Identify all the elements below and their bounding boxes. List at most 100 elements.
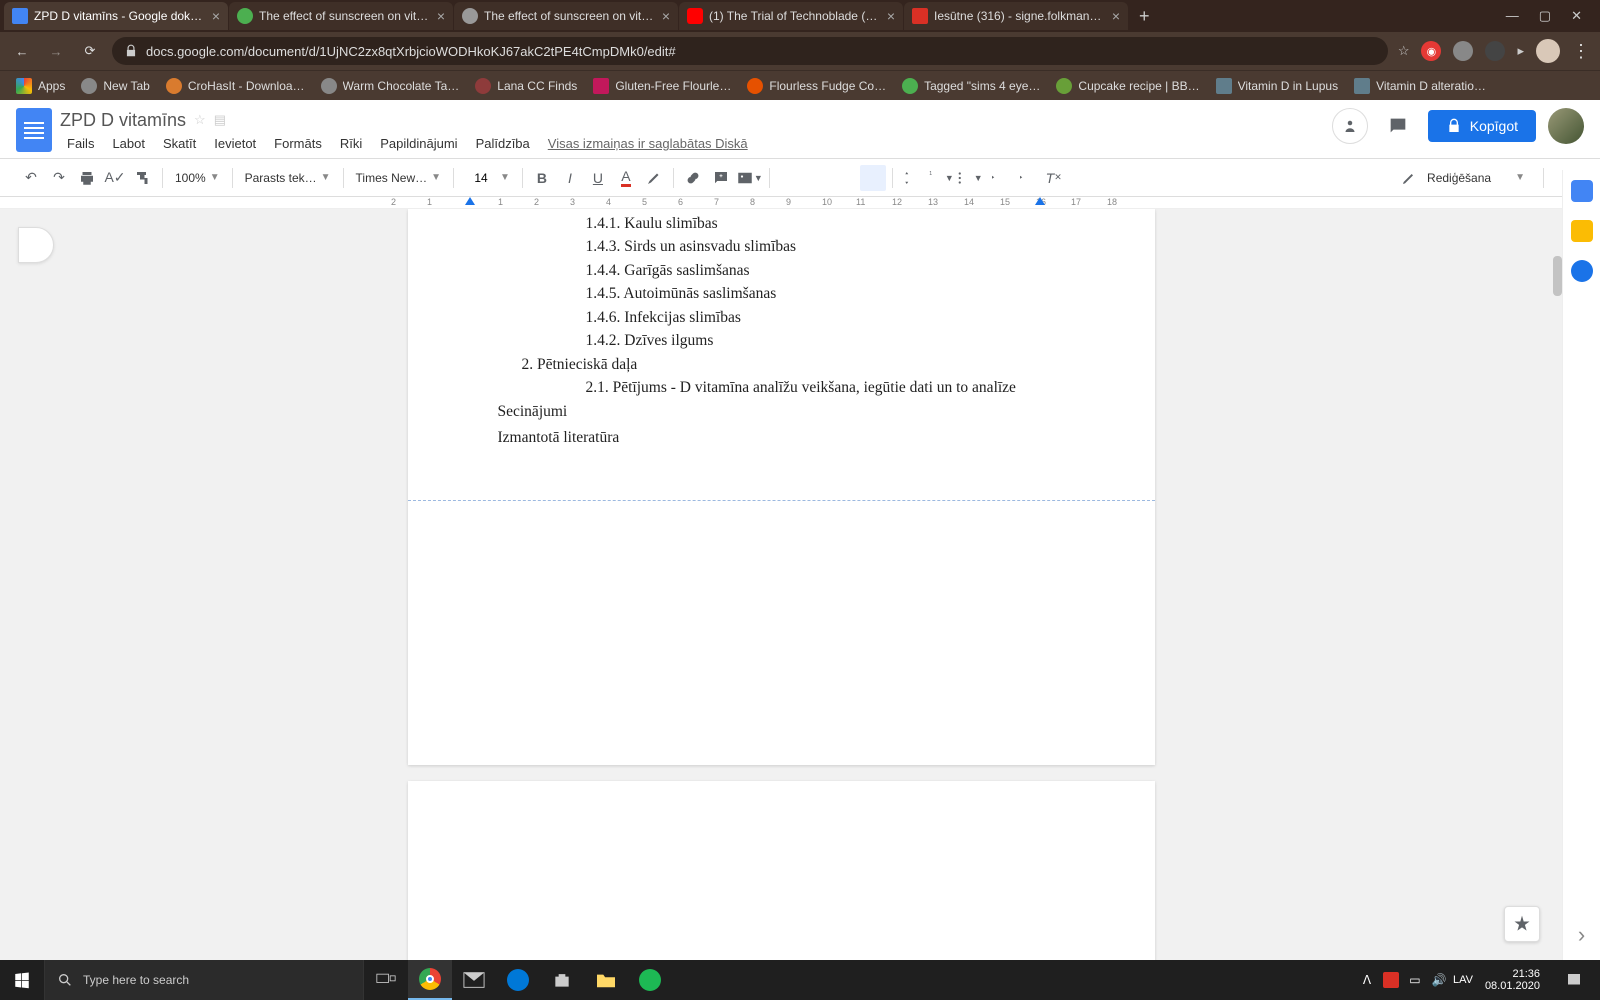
tray-app-icon[interactable] [1383, 972, 1399, 988]
minimize-button[interactable]: — [1506, 8, 1519, 24]
ext-icon-2[interactable] [1453, 41, 1473, 61]
share-button[interactable]: Kopīgot [1428, 110, 1536, 142]
outline-toggle-button[interactable] [18, 227, 54, 263]
menu-addons[interactable]: Papildinājumi [373, 134, 464, 153]
taskbar-spotify[interactable] [628, 960, 672, 1000]
calendar-icon[interactable] [1571, 180, 1593, 202]
keep-icon[interactable] [1571, 220, 1593, 242]
doc-line[interactable]: Secinājumi [498, 401, 1065, 423]
page-2[interactable] [408, 781, 1155, 960]
tray-battery-icon[interactable]: ▭ [1407, 972, 1423, 988]
taskbar-store[interactable] [540, 960, 584, 1000]
taskbar-explorer[interactable] [584, 960, 628, 1000]
bookmark-item[interactable]: Lana CC Finds [469, 74, 583, 98]
docs-logo[interactable] [16, 108, 52, 152]
font-size-select[interactable]: ▼ [460, 165, 516, 191]
mode-select[interactable]: Rediģēšana▼ [1395, 165, 1531, 191]
close-window-button[interactable]: ✕ [1571, 8, 1582, 24]
bookmark-item[interactable]: CroHasIt - Downloa… [160, 74, 311, 98]
indent-decrease-button[interactable] [985, 165, 1011, 191]
ruler[interactable]: 2 1 1 2 3 4 5 6 7 8 9 10 11 12 13 14 15 … [0, 197, 1600, 209]
star-icon[interactable]: ☆ [1398, 43, 1410, 59]
indent-marker-left[interactable] [465, 197, 475, 207]
paint-format-button[interactable] [130, 165, 156, 191]
tab-3[interactable]: (1) The Trial of Technoblade (SM… × [679, 2, 903, 30]
bold-button[interactable]: B [529, 165, 555, 191]
doc-line[interactable]: 2. Pētnieciskā daļa [498, 354, 1065, 376]
spell-button[interactable]: A✓ [102, 165, 128, 191]
present-button[interactable] [1332, 108, 1368, 144]
tray-lang[interactable]: LAV [1455, 972, 1471, 988]
indent-increase-button[interactable] [1013, 165, 1039, 191]
doc-line[interactable]: 1.4.6. Infekcijas slimības [498, 307, 1065, 329]
document-title[interactable]: ZPD D vitamīns [60, 110, 186, 131]
explore-button[interactable] [1504, 906, 1540, 942]
page-1[interactable]: 1.4.1. Kaulu slimības 1.4.3. Sirds un as… [408, 209, 1155, 765]
align-justify-button[interactable] [860, 165, 886, 191]
saved-status[interactable]: Visas izmaiņas ir saglabātas Diskā [541, 134, 755, 153]
italic-button[interactable]: I [557, 165, 583, 191]
comments-button[interactable] [1380, 108, 1416, 144]
profile-avatar[interactable] [1536, 39, 1560, 63]
bookmark-item[interactable]: Warm Chocolate Ta… [315, 74, 466, 98]
taskbar-edge[interactable] [496, 960, 540, 1000]
doc-line[interactable]: 1.4.5. Autoimūnās saslimšanas [498, 283, 1065, 305]
line-spacing-button[interactable] [899, 165, 925, 191]
bookmark-item[interactable]: New Tab [75, 74, 155, 98]
start-button[interactable] [0, 960, 44, 1000]
bookmark-item[interactable]: Vitamin D alteratio… [1348, 74, 1492, 98]
bookmark-item[interactable]: Tagged "sims 4 eye… [896, 74, 1046, 98]
tray-volume-icon[interactable]: 🔊 [1431, 972, 1447, 988]
tab-0[interactable]: ZPD D vitamīns - Google dokum… × [4, 2, 228, 30]
clear-formatting-button[interactable]: T✕ [1041, 165, 1067, 191]
highlight-button[interactable] [641, 165, 667, 191]
tab-4[interactable]: Iesūtne (316) - signe.folkmane@… × [904, 2, 1128, 30]
folder-icon[interactable]: ▤ [214, 112, 226, 128]
underline-button[interactable]: U [585, 165, 611, 191]
ext-icon-3[interactable] [1485, 41, 1505, 61]
bookmark-item[interactable]: Gluten-Free Flourle… [587, 74, 737, 98]
tab-2[interactable]: The effect of sunscreen on vitam… × [454, 2, 678, 30]
doc-line[interactable]: 1.4.4. Garīgās saslimšanas [498, 260, 1065, 282]
doc-line[interactable]: 1.4.1. Kaulu slimības [498, 213, 1065, 235]
menu-tools[interactable]: Rīki [333, 134, 369, 153]
close-icon[interactable]: × [662, 8, 670, 24]
paragraph-style-select[interactable]: Parasts tek…▼ [239, 165, 337, 191]
bookmark-item[interactable]: Flourless Fudge Co… [741, 74, 892, 98]
menu-dots-icon[interactable]: ⋮ [1572, 41, 1590, 62]
menu-edit[interactable]: Labot [105, 134, 152, 153]
ext-icon-1[interactable]: ◉ [1421, 41, 1441, 61]
menu-view[interactable]: Skatīt [156, 134, 203, 153]
close-icon[interactable]: × [212, 8, 220, 24]
tray-chevron-up-icon[interactable]: ᐱ [1359, 972, 1375, 988]
font-size-input[interactable] [466, 171, 496, 185]
forward-button[interactable]: → [44, 39, 68, 63]
doc-line[interactable]: 1.4.2. Dzīves ilgums [498, 330, 1065, 352]
close-icon[interactable]: × [437, 8, 445, 24]
address-bar[interactable]: docs.google.com/document/d/1UjNC2zx8qtXr… [112, 37, 1388, 65]
chevron-right-icon[interactable]: › [1578, 922, 1585, 948]
comment-button[interactable] [708, 165, 734, 191]
tray-clock[interactable]: 21:36 08.01.2020 [1479, 968, 1546, 992]
taskbar-mail[interactable] [452, 960, 496, 1000]
task-view-button[interactable] [364, 960, 408, 1000]
doc-line[interactable]: 1.4.3. Sirds un asinsvadu slimības [498, 236, 1065, 258]
menu-insert[interactable]: Ievietot [207, 134, 263, 153]
link-button[interactable] [680, 165, 706, 191]
star-icon[interactable]: ☆ [194, 112, 206, 128]
font-select[interactable]: Times New…▼ [350, 165, 447, 191]
print-button[interactable] [74, 165, 100, 191]
reload-button[interactable]: ⟳ [78, 39, 102, 63]
indent-marker-right[interactable] [1035, 197, 1045, 207]
redo-button[interactable]: ↷ [46, 165, 72, 191]
scrollbar-thumb[interactable] [1553, 256, 1562, 296]
user-avatar[interactable] [1548, 108, 1584, 144]
maximize-button[interactable]: ▢ [1539, 8, 1551, 24]
zoom-select[interactable]: 100%▼ [169, 165, 226, 191]
align-right-button[interactable] [832, 165, 858, 191]
bookmark-apps[interactable]: Apps [10, 74, 71, 98]
menu-file[interactable]: Fails [60, 134, 101, 153]
tab-1[interactable]: The effect of sunscreen on vitam… × [229, 2, 453, 30]
align-center-button[interactable] [804, 165, 830, 191]
menu-help[interactable]: Palīdzība [469, 134, 537, 153]
